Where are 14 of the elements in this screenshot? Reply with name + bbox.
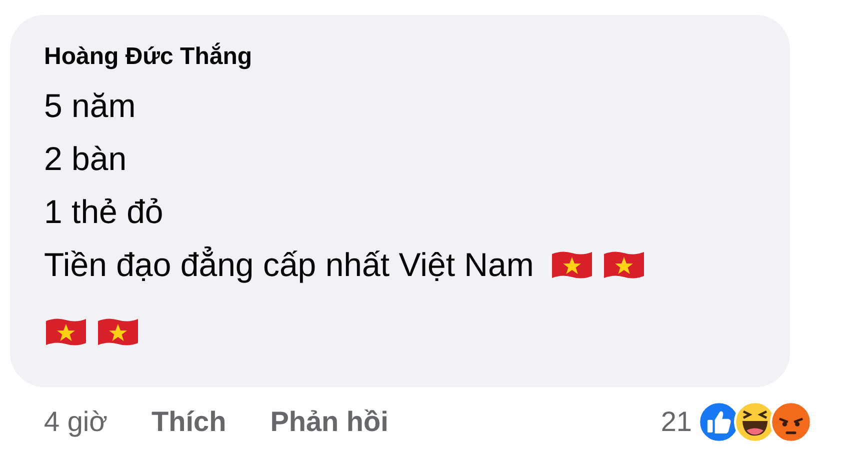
reaction-count[interactable]: 21 bbox=[660, 406, 692, 438]
action-link[interactable]: Phản hồi bbox=[270, 406, 388, 438]
flag-icon bbox=[602, 248, 646, 280]
flag-icon bbox=[96, 316, 140, 348]
angry-face-icon bbox=[770, 401, 812, 443]
comment-text: 1 thẻ đỏ bbox=[44, 192, 164, 230]
comment-text: 2 bàn bbox=[44, 140, 127, 178]
flag-icon bbox=[550, 248, 594, 280]
action-link[interactable]: Thích bbox=[152, 406, 226, 438]
flag-icon bbox=[44, 316, 88, 348]
comment-text: 5 năm bbox=[44, 86, 136, 124]
author-name[interactable]: Hoàng Đức Thắng bbox=[44, 43, 252, 71]
timestamp: 4 giờ bbox=[44, 406, 108, 438]
comment-text: Tiền đạo đẳng cấp nhất Việt Nam bbox=[44, 246, 534, 284]
